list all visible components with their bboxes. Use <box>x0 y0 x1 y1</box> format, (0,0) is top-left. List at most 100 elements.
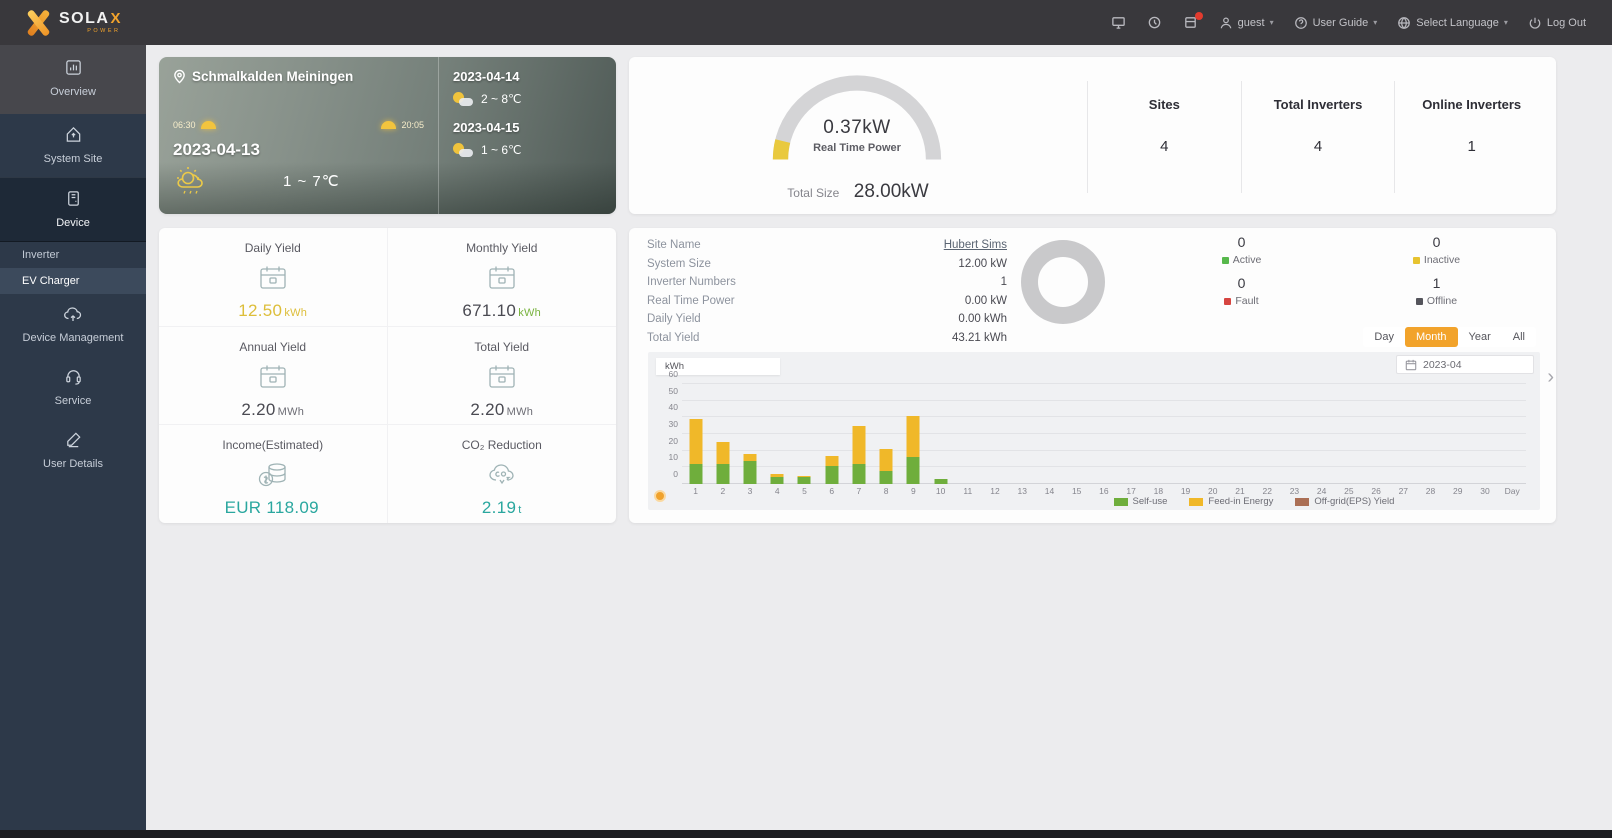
monitor-icon[interactable] <box>1111 15 1127 31</box>
bar-segment-feed-in-energy[interactable] <box>770 474 784 478</box>
sidebar-subitem-inverter[interactable]: Inverter <box>0 242 146 268</box>
yield-value: 671.10 kWh <box>462 301 541 321</box>
x-tick-label: 4 <box>774 486 780 496</box>
yield-label: Annual Yield <box>239 339 307 354</box>
legend-off-grid-eps-yield[interactable]: Off-grid(EPS) Yield <box>1295 496 1394 507</box>
sidebar-nav: Overview System Site Device Inverter EV Char… <box>0 45 146 830</box>
user-details-icon <box>64 430 83 452</box>
weather-temp: 1 ~ 7℃ <box>283 173 340 190</box>
inverter-status-donut <box>1021 240 1105 324</box>
language-menu[interactable]: Select Language ▾ <box>1397 16 1508 30</box>
x-tick-label: 11 <box>963 486 973 496</box>
tab-day[interactable]: Day <box>1363 327 1405 347</box>
logout-button[interactable]: Log Out <box>1528 16 1586 30</box>
bar-segment-feed-in-energy[interactable] <box>906 415 920 458</box>
site-info-row: Total Yield 43.21 kWh <box>647 329 1007 348</box>
overview-icon <box>64 58 83 80</box>
bar-segment-feed-in-energy[interactable] <box>852 425 866 464</box>
bar-segment-self-use[interactable] <box>906 457 920 484</box>
x-tick-label: 17 <box>1126 486 1136 496</box>
carousel-next-icon[interactable]: › <box>1547 366 1554 389</box>
site-info-value: 43.21 kWh <box>952 331 1007 344</box>
solax-x-icon <box>24 8 51 37</box>
chart-marker-dot[interactable] <box>654 490 666 502</box>
legend-swatch-icon <box>1189 497 1204 506</box>
logout-label: Log Out <box>1546 16 1586 29</box>
site-info-label: Inverter Numbers <box>647 276 736 289</box>
yield-value: 12.50 kWh <box>238 301 307 321</box>
bar-segment-feed-in-energy[interactable] <box>797 475 811 478</box>
bar-day-24 <box>1308 384 1335 484</box>
chart-plot: 0 10 20 30 40 50 60 <box>669 369 1526 484</box>
yield-label: Monthly Yield <box>466 241 538 255</box>
sunrise-time: 06:30 <box>173 120 196 130</box>
x-tick-label: 23 <box>1289 486 1300 496</box>
date-picker[interactable]: 2023-04 <box>1396 355 1534 374</box>
x-tick-label: 21 <box>1235 486 1245 496</box>
status-value: 0 <box>1432 234 1441 250</box>
yield-unit: MWh <box>277 405 305 418</box>
site-info-label: Total Yield <box>647 331 700 344</box>
bar-day-12 <box>981 384 1008 484</box>
x-axis-unit: Day <box>1504 486 1520 496</box>
sidebar-item-device-management[interactable]: Device Management <box>0 294 146 356</box>
caret-down-icon: ▾ <box>1503 18 1508 27</box>
bar-day-5 <box>791 384 818 484</box>
sidebar-item-overview[interactable]: Overview <box>0 45 146 114</box>
bar-segment-self-use[interactable] <box>716 464 730 484</box>
bar-segment-self-use[interactable] <box>743 460 757 484</box>
x-tick-label: 6 <box>829 486 835 496</box>
calendar-icon <box>486 263 518 293</box>
bar-segment-feed-in-energy[interactable] <box>689 419 703 464</box>
alarm-icon[interactable] <box>1147 15 1163 31</box>
user-menu[interactable]: guest ▾ <box>1219 16 1274 30</box>
status-bullet-icon <box>1412 256 1420 264</box>
bar-segment-self-use[interactable] <box>934 479 948 484</box>
bar-day-21 <box>1226 384 1253 484</box>
bar-day-22 <box>1254 384 1281 484</box>
bar-segment-self-use[interactable] <box>770 477 784 484</box>
legend-label: Off-grid(EPS) Yield <box>1314 496 1395 507</box>
weather-card: Schmalkalden Meiningen 06:30 20:05 2023-… <box>159 57 616 214</box>
x-tick-label: 16 <box>1099 486 1109 496</box>
bar-segment-self-use[interactable] <box>852 464 866 484</box>
yield-label: Income(Estimated) <box>222 438 324 453</box>
x-tick-label: 2 <box>720 486 726 496</box>
site-info-label: Real Time Power <box>647 294 735 307</box>
bar-day-10 <box>927 384 954 484</box>
x-tick-label: 10 <box>935 486 946 496</box>
legend-self-use[interactable]: Self-use <box>1113 496 1167 507</box>
site-info-value-link[interactable]: Hubert Sims <box>944 239 1007 251</box>
bar-segment-self-use[interactable] <box>797 477 811 484</box>
user-guide-menu[interactable]: User Guide ▾ <box>1294 16 1377 30</box>
bar-segment-feed-in-energy[interactable] <box>743 454 757 461</box>
overview-stats: Sites 4 Total Inverters 4 Online Inverters 1 <box>1087 81 1548 193</box>
x-tick-label: 24 <box>1316 486 1327 496</box>
sidebar-item-label: System Site <box>43 153 103 165</box>
bar-segment-self-use[interactable] <box>689 464 703 484</box>
x-tick-label: 19 <box>1180 486 1191 496</box>
sunrise-icon <box>200 121 216 129</box>
yield-total-yield: Total Yield 2.20 MWh <box>387 327 616 426</box>
tab-month[interactable]: Month <box>1404 327 1458 347</box>
sidebar-item-device[interactable]: Device <box>0 177 146 242</box>
tab-all[interactable]: All <box>1502 327 1536 347</box>
yield-value: 2.20 MWh <box>470 400 533 420</box>
bar-segment-feed-in-energy[interactable] <box>879 449 893 471</box>
sidebar-subitem-ev-charger[interactable]: EV Charger <box>0 268 146 294</box>
sidebar-item-service[interactable]: Service <box>0 356 146 419</box>
tab-year[interactable]: Year <box>1458 327 1502 347</box>
sidebar-item-user-details[interactable]: User Details <box>0 419 146 482</box>
legend-feed-in-energy[interactable]: Feed-in Energy <box>1189 496 1273 507</box>
bar-segment-self-use[interactable] <box>825 465 839 484</box>
sidebar-item-label: User Details <box>43 458 103 470</box>
forecast-date: 2023-04-15 <box>453 120 520 135</box>
bar-segment-feed-in-energy[interactable] <box>716 442 730 464</box>
bar-segment-self-use[interactable] <box>879 470 893 484</box>
solax-logo: SOLA X POWER <box>24 8 120 37</box>
notification-icon[interactable] <box>1183 11 1203 31</box>
notification-badge <box>1194 11 1203 20</box>
bar-segment-feed-in-energy[interactable] <box>825 455 839 466</box>
sidebar-item-system-site[interactable]: System Site <box>0 114 146 177</box>
sidebar-item-label: Device <box>56 217 90 229</box>
